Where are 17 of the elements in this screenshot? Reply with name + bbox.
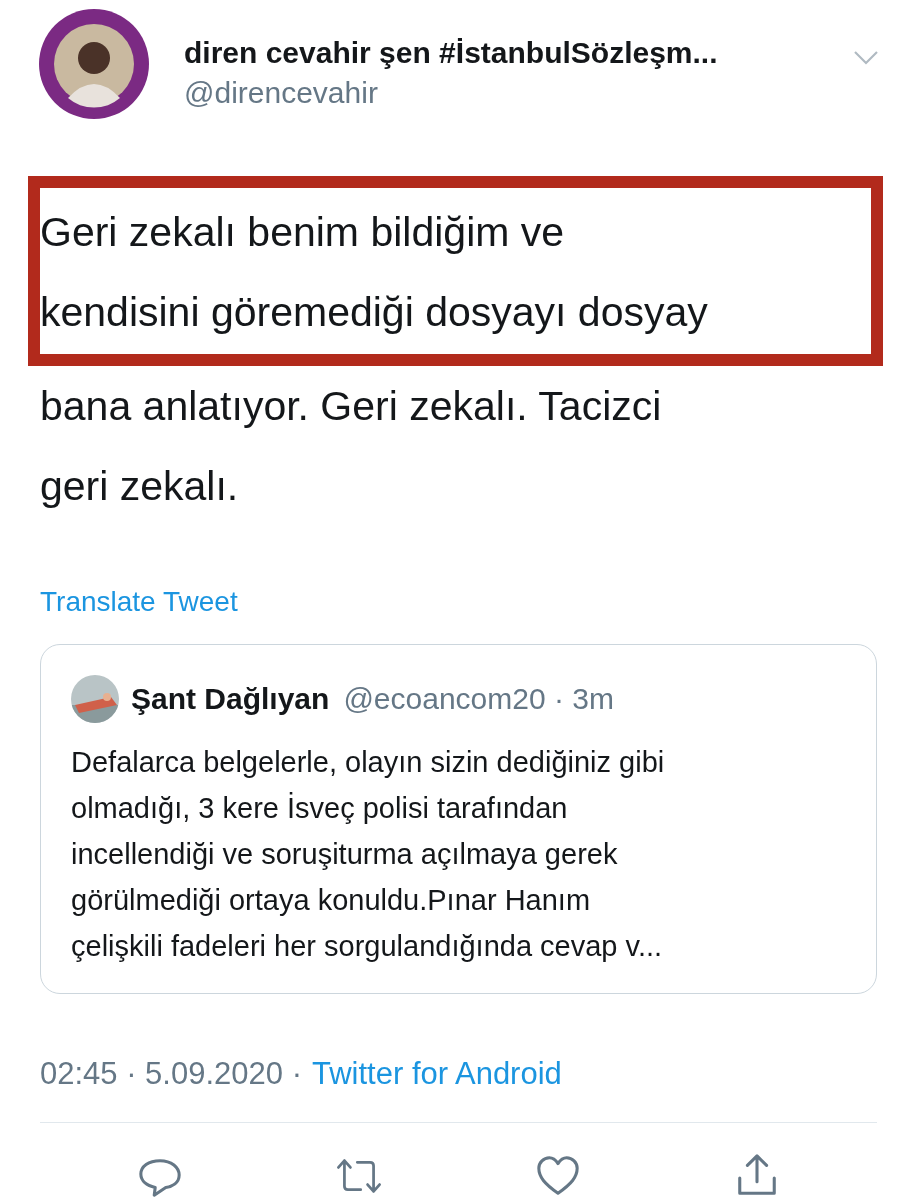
author-handle[interactable]: @direncevahir — [184, 76, 718, 110]
tweet-text-line: bana anlatıyor. Geri zekalı. Tacizci — [40, 382, 663, 431]
source-link[interactable]: Twitter for Android — [312, 1056, 562, 1092]
quoted-author-handle: @ecoancom20 · 3m — [343, 682, 614, 716]
quoted-text-line: Defalarca belgelerle, olayın sizin dediğiniz gibi — [71, 745, 666, 780]
tweet-text-line: Geri zekalı benim bildiğim ve — [40, 208, 566, 257]
author-name[interactable]: diren cevahir şen #İstanbulSözleşm... — [184, 36, 718, 70]
timestamp: 02:45 · 5.09.2020 · — [40, 1056, 302, 1092]
tweet-text-line: geri zekalı. — [40, 462, 240, 511]
translate-link[interactable]: Translate Tweet — [40, 586, 238, 618]
quoted-author-name: Şant Dağlıyan — [131, 682, 330, 716]
quoted-text-line: çelişkili fadeleri her sorgulandığında cevap v... — [71, 929, 664, 964]
quoted-text-line: olmadığı, 3 kere İsveç polisi tarafından — [71, 791, 569, 826]
quoted-text-line: incellendiği ve soruşiturma açılmaya gerek — [71, 837, 619, 872]
quoted-tweet-card[interactable] — [40, 644, 877, 994]
quoted-text-line: görülmediği ortaya konuldu.Pınar Hanım — [71, 883, 592, 918]
tweet-text-line: kendisini göremediği dosyayı dosyay — [40, 288, 709, 337]
